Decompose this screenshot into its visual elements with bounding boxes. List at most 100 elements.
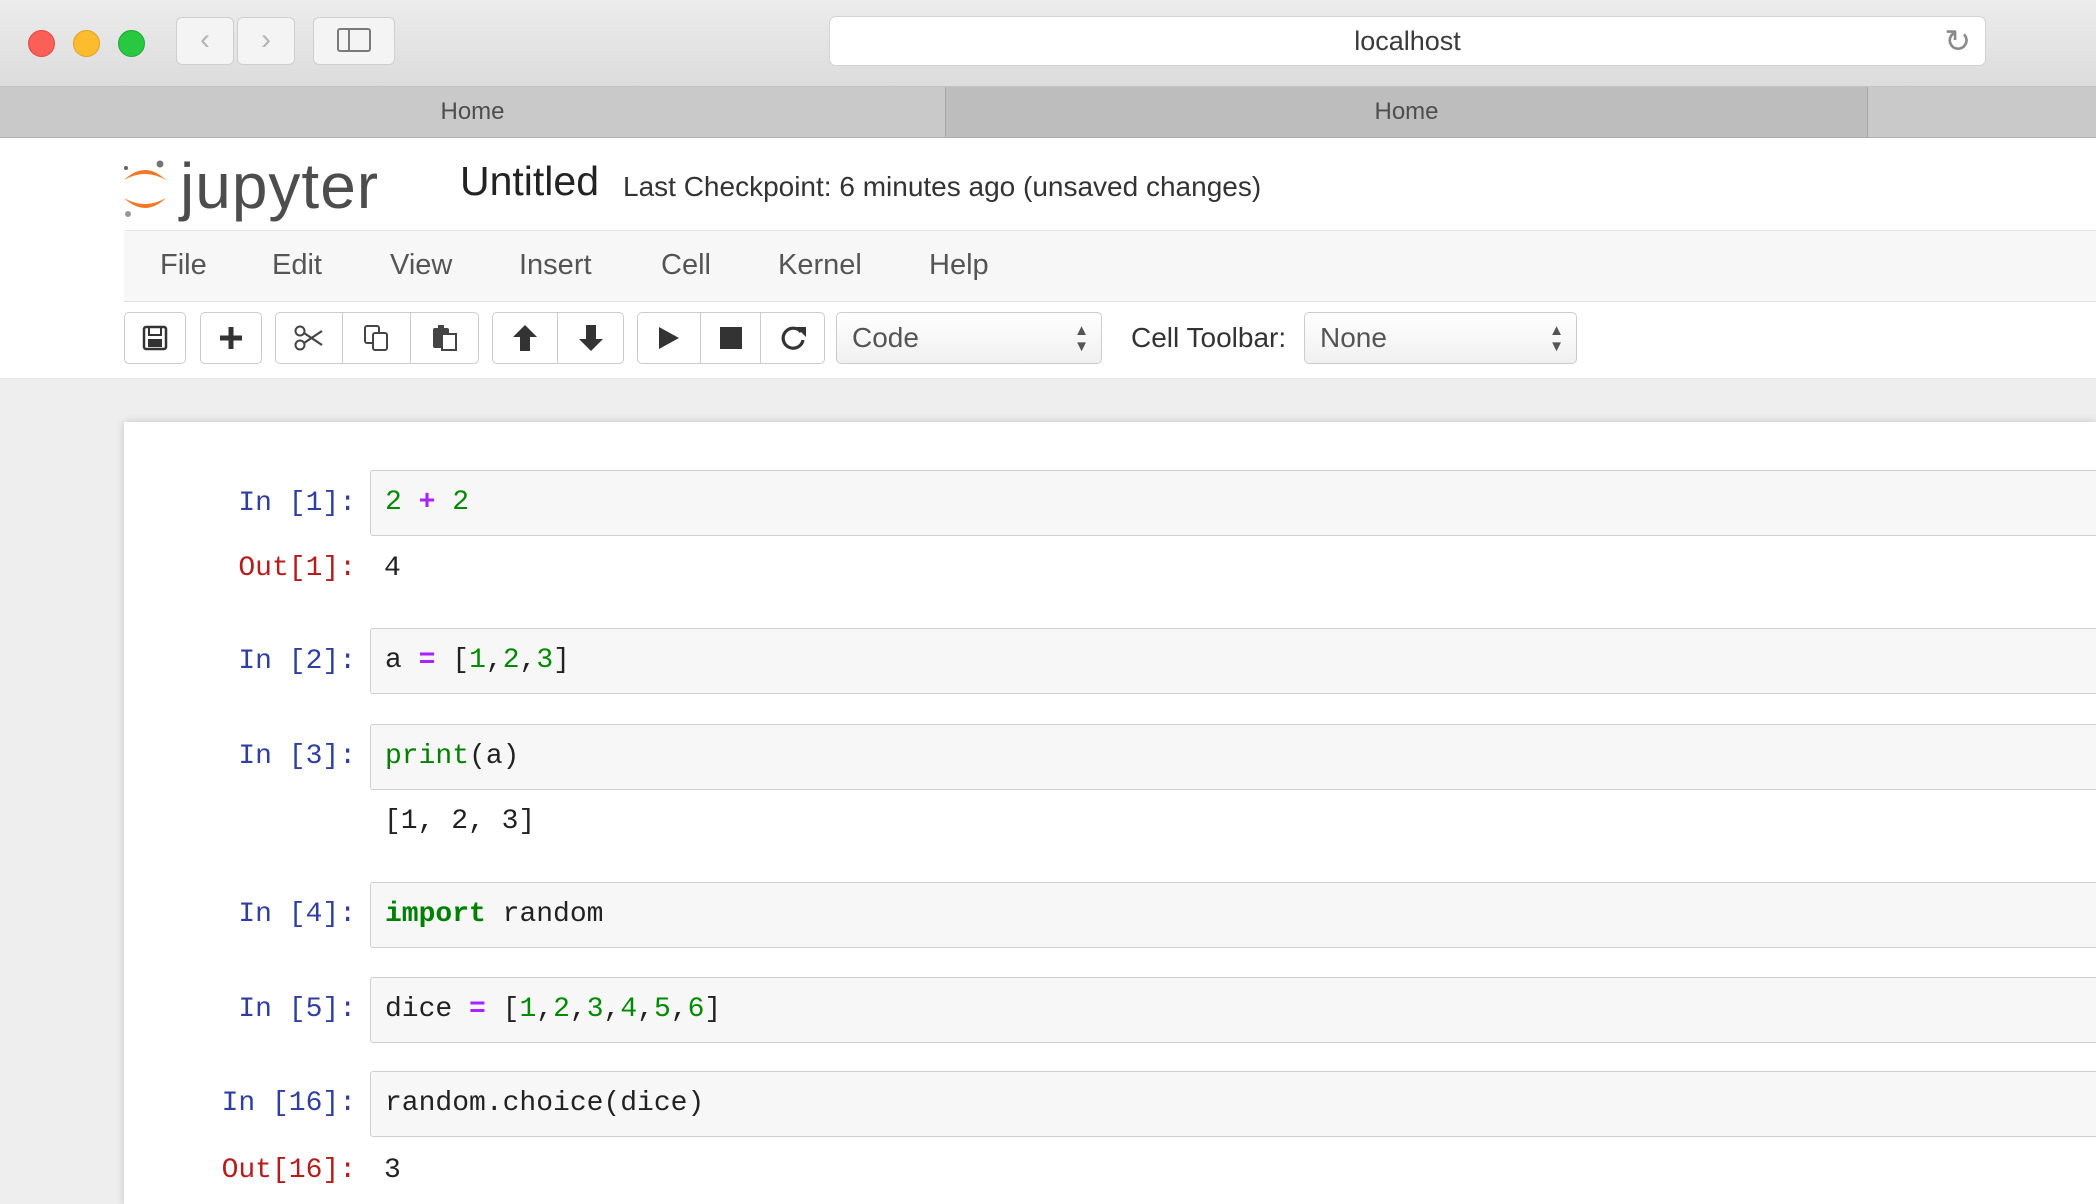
cell-toolbar-select[interactable]: None ▲ ▼ [1304, 312, 1577, 364]
cut-button[interactable] [275, 312, 343, 364]
menu-edit[interactable]: Edit [272, 249, 322, 282]
code-token: 2 [502, 645, 520, 676]
cell-type-select[interactable]: Code ▲ ▼ [836, 312, 1102, 364]
code-token: 4 [620, 994, 638, 1025]
code-token: print [385, 741, 470, 772]
code-token: 2 [385, 487, 402, 518]
code-token: random.choice(dice) [385, 1088, 705, 1119]
in-prompt: In [3]: [238, 741, 356, 772]
code-cell-input[interactable]: random.choice(dice) [370, 1071, 2096, 1137]
in-prompt: In [2]: [238, 646, 356, 677]
out-prompt: Out[16]: [221, 1155, 356, 1186]
code-cell-input[interactable]: print(a) [370, 724, 2096, 790]
code-token: ] [553, 645, 570, 676]
menu-cell[interactable]: Cell [661, 249, 711, 282]
notebook-name[interactable]: Untitled [460, 158, 599, 205]
jupyter-logo[interactable]: jupyter [120, 148, 430, 228]
code-token: , [603, 994, 621, 1025]
code-token: = [418, 645, 436, 676]
code-token: a [385, 645, 402, 676]
close-window-button[interactable] [28, 30, 55, 57]
code-token: [ [502, 994, 520, 1025]
run-icon [659, 327, 679, 349]
menu-insert[interactable]: Insert [519, 249, 592, 282]
menu-view[interactable]: View [390, 249, 452, 282]
menubar: File Edit View Insert Cell Kernel Help [124, 230, 2096, 302]
code-token: , [485, 645, 503, 676]
run-button[interactable] [637, 312, 701, 364]
address-bar[interactable]: localhost ↻ [829, 16, 1986, 66]
code-cell-input[interactable]: dice = [1,2,3,4,5,6] [370, 977, 2096, 1043]
code-token: 1 [469, 645, 486, 676]
jupyter-logo-text: jupyter [180, 150, 380, 222]
cell-toolbar-value: None [1320, 322, 1387, 353]
tab-home-1[interactable]: Home [0, 87, 946, 137]
code-token: 3 [586, 994, 604, 1025]
maximize-window-button[interactable] [118, 30, 145, 57]
plus-icon [220, 327, 242, 349]
code-token: , [536, 994, 554, 1025]
save-button[interactable] [124, 312, 186, 364]
forward-button[interactable]: › [237, 17, 295, 65]
sidebar-toggle-button[interactable] [313, 17, 395, 65]
code-token: ] [704, 994, 722, 1025]
paste-button[interactable] [411, 312, 479, 364]
chevron-left-icon: ‹ [200, 23, 210, 56]
sidebar-icon [337, 28, 371, 52]
move-up-button[interactable] [492, 312, 558, 364]
code-token: random [502, 899, 604, 930]
code-cell-input[interactable]: import random [370, 882, 2096, 948]
select-arrows-icon: ▲ ▼ [1074, 322, 1089, 355]
move-down-button[interactable] [558, 312, 624, 364]
cell-toolbar-label: Cell Toolbar: [1131, 322, 1287, 353]
code-token: = [469, 994, 486, 1025]
minimize-window-button[interactable] [73, 30, 100, 57]
menu-kernel[interactable]: Kernel [778, 249, 862, 282]
code-token: 2 [452, 487, 470, 518]
cell-type-value: Code [852, 322, 919, 353]
checkpoint-status: Last Checkpoint: 6 minutes ago (unsaved … [623, 171, 1262, 202]
code-token: 3 [536, 645, 554, 676]
interrupt-button[interactable] [701, 312, 761, 364]
code-token: dice [385, 994, 453, 1025]
in-prompt: In [5]: [238, 994, 356, 1025]
chevron-right-icon: › [261, 23, 271, 56]
arrow-down-icon [578, 325, 603, 351]
insert-cell-button[interactable] [200, 312, 262, 364]
copy-button[interactable] [343, 312, 411, 364]
menu-help[interactable]: Help [929, 249, 989, 282]
code-token: + [418, 487, 436, 518]
reload-icon[interactable]: ↻ [1944, 17, 1971, 65]
paste-icon [432, 325, 457, 351]
code-token: 6 [687, 994, 705, 1025]
copy-icon [363, 325, 388, 351]
tab-home-2[interactable]: Home [946, 87, 1868, 137]
in-prompt: In [1]: [238, 488, 356, 519]
restart-kernel-button[interactable] [761, 312, 825, 364]
cell-output: 4 [384, 553, 401, 584]
restart-icon [781, 326, 806, 350]
toolbar-area: File Edit View Insert Cell Kernel Help C… [0, 230, 2096, 379]
code-cell-input[interactable]: a = [1,2,3] [370, 628, 2096, 694]
arrow-up-icon [513, 325, 537, 351]
new-tab-area[interactable] [1868, 87, 2096, 137]
jupyter-logo-icon [124, 160, 166, 217]
tab-label: Home [1374, 98, 1439, 125]
menu-file[interactable]: File [160, 249, 207, 282]
tab-label: Home [440, 98, 505, 125]
code-token: 1 [519, 994, 537, 1025]
code-token: , [637, 994, 654, 1025]
stop-icon [719, 327, 742, 349]
out-prompt: Out[1]: [238, 553, 356, 584]
tab-strip: Home Home [0, 87, 2096, 138]
code-cell-input[interactable]: 2 + 2 [370, 470, 2096, 536]
notebook-header: jupyter Untitled Last Checkpoint: 6 minu… [0, 138, 2096, 230]
back-button[interactable]: ‹ [176, 17, 234, 65]
url-text: localhost [1354, 26, 1461, 56]
